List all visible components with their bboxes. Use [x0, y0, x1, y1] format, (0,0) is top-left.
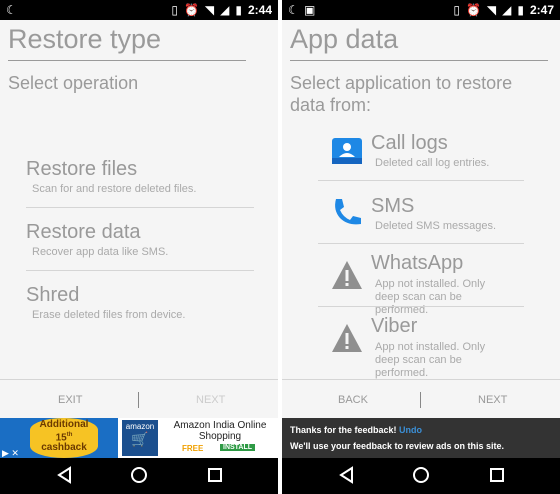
image-icon: ▣	[304, 3, 316, 17]
badge-line3: cashback	[41, 442, 87, 454]
warning-icon	[332, 261, 362, 289]
toast-message: Thanks for the feedback! Undo	[290, 425, 422, 435]
sms-label[interactable]: SMS	[371, 195, 414, 218]
back-icon[interactable]	[338, 466, 356, 484]
page-subtitle: Select operation	[8, 73, 139, 93]
badge-sup: th	[66, 432, 73, 438]
button-separator	[138, 392, 139, 408]
navigation-bar	[282, 458, 560, 494]
page-title: Restore type	[8, 24, 162, 54]
cashback-badge: Additional 15th cashback	[30, 418, 98, 458]
divider	[318, 243, 524, 244]
whatsapp-description: App not installed. Only deep scan can be…	[375, 278, 486, 316]
status-bar: ☾ ▯ ⏰ ◥ ◢ ▮ 2:44	[0, 0, 278, 20]
option-label: Restore files	[26, 158, 138, 180]
divider	[318, 180, 524, 181]
next-button[interactable]: NEXT	[478, 394, 507, 406]
battery-icon: ▮	[235, 3, 242, 17]
home-icon[interactable]	[130, 466, 148, 484]
alarm-icon: ⏰	[465, 3, 481, 17]
call-logs-label[interactable]: Call logs	[371, 132, 448, 155]
call-logs-description: Deleted call log entries.	[375, 157, 490, 169]
signal-icon: ◢	[220, 3, 230, 17]
title-divider	[8, 60, 246, 61]
logo-text: amazon	[125, 422, 155, 431]
restore-type-screen: ☾ ▯ ⏰ ◥ ◢ ▮ 2:44 Restore type Select ope…	[0, 0, 278, 494]
next-button[interactable]: NEXT	[196, 394, 225, 406]
ad-banner[interactable]: Additional 15th cashback ▶ ✕ amazon 🛒 Am…	[0, 418, 278, 458]
back-button[interactable]: BACK	[338, 394, 368, 406]
signal-icon: ◢	[502, 3, 512, 17]
exit-button[interactable]: EXIT	[58, 394, 82, 406]
title-divider	[290, 60, 548, 61]
badge-line2: 15th	[30, 430, 98, 443]
shred-option[interactable]: Shred Erase deleted files from device.	[26, 284, 254, 321]
toast-thanks: Thanks for the feedback!	[290, 425, 397, 435]
restore-data-option[interactable]: Restore data Recover app data like SMS.	[26, 221, 254, 258]
status-time: 2:44	[247, 3, 272, 17]
option-description: Erase deleted files from device.	[32, 309, 186, 321]
page-subtitle: Select application to restore data from:	[290, 73, 513, 115]
option-description: Scan for and restore deleted files.	[32, 183, 197, 195]
bottom-bar-divider	[0, 379, 278, 380]
vibrate-icon: ▯	[171, 3, 178, 17]
home-icon[interactable]	[412, 466, 430, 484]
battery-icon: ▮	[517, 3, 524, 17]
sms-description: Deleted SMS messages.	[375, 220, 497, 232]
amazon-logo: amazon 🛒	[122, 420, 158, 456]
ad-cashback-image[interactable]: Additional 15th cashback ▶ ✕	[0, 418, 118, 458]
wifi-icon: ◥	[204, 3, 215, 17]
wifi-icon: ◥	[486, 3, 497, 17]
vibrate-icon: ▯	[453, 3, 460, 17]
ad-install-button[interactable]: INSTALL	[220, 444, 256, 451]
ad-free-label: FREE	[182, 444, 204, 453]
badge-line1: Additional	[39, 419, 89, 430]
button-separator	[420, 392, 421, 408]
contact-card-icon	[332, 138, 362, 164]
navigation-bar	[0, 458, 278, 494]
viber-label[interactable]: Viber	[371, 315, 417, 338]
alarm-icon: ⏰	[183, 3, 199, 17]
option-label: Shred	[26, 284, 80, 306]
divider	[26, 207, 254, 208]
moon-icon: ☾	[288, 3, 299, 17]
option-label: Restore data	[26, 221, 141, 243]
divider	[318, 306, 524, 307]
whatsapp-label[interactable]: WhatsApp	[371, 252, 463, 275]
ad-title: Amazon India Online Shopping	[173, 420, 267, 442]
status-time: 2:47	[529, 3, 554, 17]
status-bar: ☾ ▣ ▯ ⏰ ◥ ◢ ▮ 2:47	[282, 0, 560, 20]
feedback-toast: Thanks for the feedback! Undo We'll use …	[282, 418, 560, 458]
toast-detail: We'll use your feedback to review ads on…	[290, 441, 505, 451]
cart-icon: 🛒	[131, 431, 149, 447]
recents-icon[interactable]	[488, 466, 506, 484]
option-description: Recover app data like SMS.	[32, 246, 169, 258]
undo-link[interactable]: Undo	[399, 425, 422, 435]
warning-icon	[332, 324, 362, 352]
restore-files-option[interactable]: Restore files Scan for and restore delet…	[26, 158, 254, 195]
phone-handset-icon	[335, 199, 361, 225]
divider	[26, 270, 254, 271]
page-title: App data	[290, 24, 399, 54]
moon-icon: ☾	[6, 3, 17, 17]
viber-description: App not installed. Only deep scan can be…	[375, 341, 486, 379]
back-icon[interactable]	[56, 466, 74, 484]
recents-icon[interactable]	[206, 466, 224, 484]
